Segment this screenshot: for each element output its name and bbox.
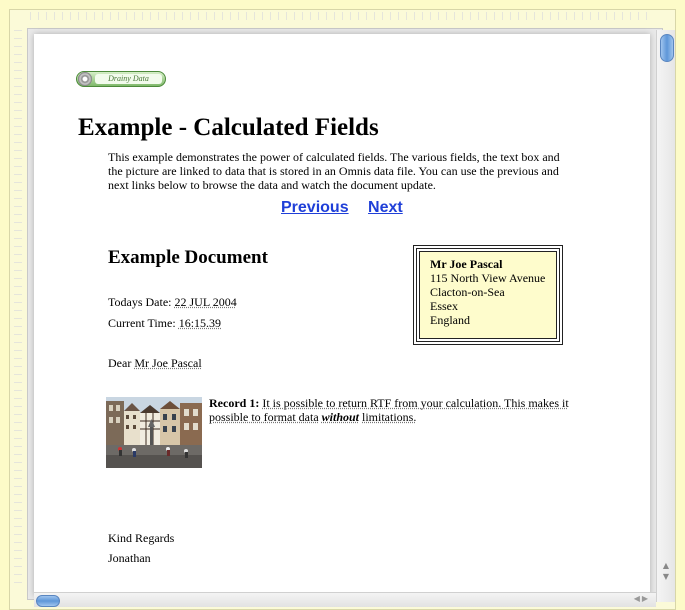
date-field[interactable]: 22 JUL 2004 <box>174 295 236 309</box>
record-picture[interactable] <box>106 397 202 468</box>
address-text: Mr Joe Pascal 115 North View Avenue Clac… <box>419 251 557 339</box>
time-field[interactable]: 16:15.39 <box>179 316 221 330</box>
vertical-scroll-arrows: ▲ ▼ <box>660 560 672 582</box>
next-link[interactable]: Next <box>368 199 403 216</box>
town-square-photo <box>106 397 202 468</box>
vertical-ruler <box>14 30 22 590</box>
horizontal-scroll-arrows: ◀▶ <box>634 594 650 603</box>
salutation: Dear Mr Joe Pascal <box>108 356 202 371</box>
horizontal-scroll-thumb[interactable] <box>36 595 60 607</box>
closing: Kind Regards <box>108 531 175 545</box>
date-label: Todays Date: <box>108 295 172 309</box>
time-label: Current Time: <box>108 316 176 330</box>
record-navigation: Previous Next <box>281 199 418 217</box>
disc-icon <box>78 72 92 86</box>
time-line: Current Time: 16:15.39 <box>108 316 221 331</box>
horizontal-scrollbar[interactable]: ◀▶ <box>34 592 656 607</box>
address-line: England <box>430 313 470 327</box>
intro-paragraph: This example demonstrates the power of c… <box>108 150 560 192</box>
record-text[interactable]: Record 1: It is possible to return RTF f… <box>209 396 574 424</box>
date-line: Todays Date: 22 JUL 2004 <box>108 295 237 310</box>
logo-text: Drainy Data <box>95 74 162 84</box>
scroll-left-arrow-icon[interactable]: ◀ <box>634 594 642 603</box>
document-heading: Example Document <box>108 247 268 268</box>
address-box[interactable]: Mr Joe Pascal 115 North View Avenue Clac… <box>413 245 563 345</box>
vertical-scroll-thumb[interactable] <box>660 34 674 62</box>
record-label: Record 1: <box>209 396 260 410</box>
scroll-up-arrow-icon[interactable]: ▲ <box>660 560 672 571</box>
address-line: Essex <box>430 299 458 313</box>
address-name: Mr Joe Pascal <box>430 257 503 271</box>
scroll-down-arrow-icon[interactable]: ▼ <box>660 571 672 582</box>
record-emphasis: without <box>321 410 359 424</box>
salutation-prefix: Dear <box>108 356 132 370</box>
signature: Jonathan <box>108 551 151 565</box>
salutation-name-field[interactable]: Mr Joe Pascal <box>134 356 201 370</box>
horizontal-ruler <box>30 12 650 20</box>
previous-link[interactable]: Previous <box>281 199 349 216</box>
address-line: 115 North View Avenue <box>430 271 546 285</box>
logo: Drainy Data <box>76 71 166 87</box>
record-text-part: limitations. <box>362 410 417 424</box>
scroll-right-arrow-icon[interactable]: ▶ <box>642 594 650 603</box>
vertical-scrollbar[interactable]: ▲ ▼ <box>656 30 675 602</box>
page-title: Example - Calculated Fields <box>78 114 379 141</box>
address-line: Clacton-on-Sea <box>430 285 505 299</box>
